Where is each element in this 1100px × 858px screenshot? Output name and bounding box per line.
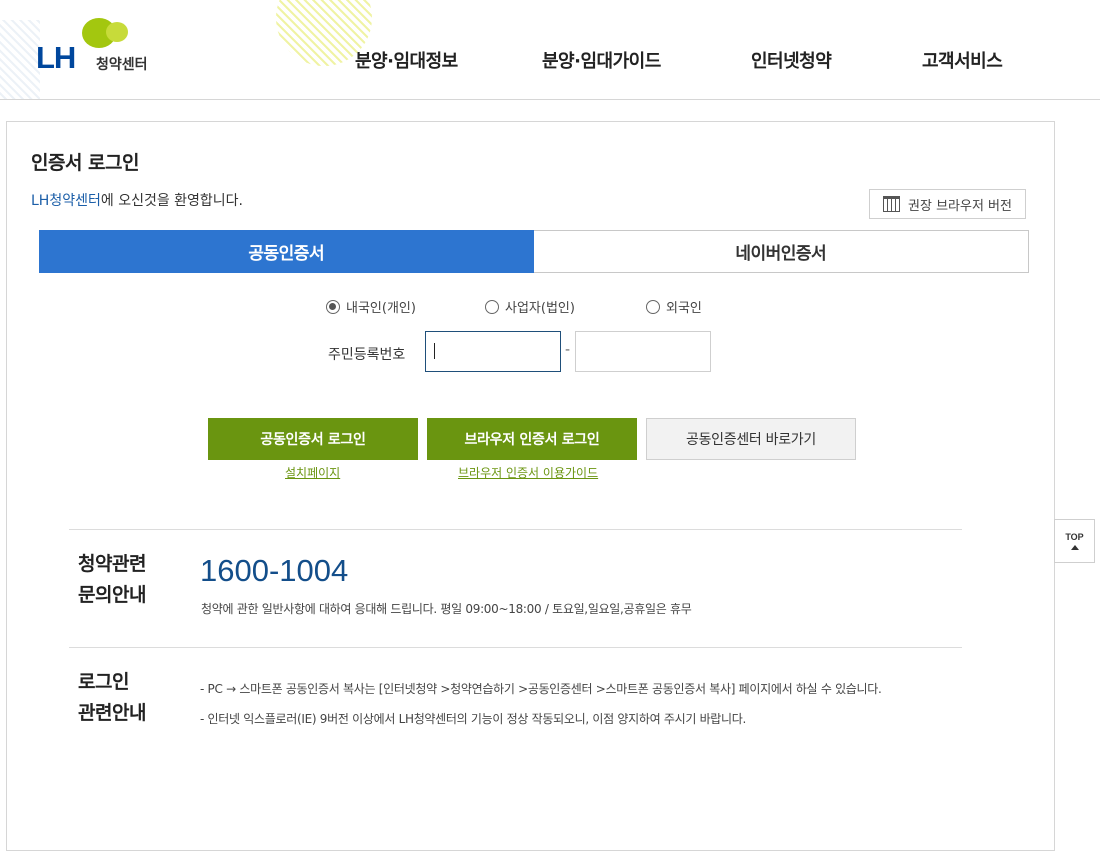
recommended-browser-label: 권장 브라우저 버전 — [908, 198, 1012, 214]
arrow-up-icon — [1070, 545, 1079, 550]
page-title: 인증서 로그인 — [31, 152, 140, 174]
ssn-front-input[interactable] — [425, 331, 561, 372]
browser-cert-guide-link[interactable]: 브라우저 인증서 이용가이드 — [458, 464, 598, 481]
ssn-back-input[interactable] — [575, 331, 711, 372]
lh-logo[interactable]: LH 청약센터 — [36, 18, 176, 78]
radio-business-corporation[interactable]: 사업자(법인) — [485, 297, 575, 316]
welcome-highlight: LH청약센터 — [31, 193, 101, 209]
radio-domestic-individual[interactable]: 내국인(개인) — [326, 297, 416, 316]
nav-item-internet-application[interactable]: 인터넷청약 — [751, 47, 832, 73]
inquiry-title-line: 문의안내 — [78, 584, 146, 606]
inquiry-description: 청약에 관한 일반사항에 대하여 응대해 드립니다. 평일 09:00~18:0… — [201, 602, 692, 616]
decorative-pattern — [0, 20, 40, 99]
tab-naver-certificate[interactable]: 네이버인증서 — [533, 230, 1029, 273]
radio-foreigner[interactable]: 외국인 — [646, 297, 702, 316]
scroll-top-button[interactable]: TOP — [1054, 519, 1095, 563]
cert-tabs: 공동인증서 네이버인증서 — [39, 230, 1029, 273]
nav-item-customer-service[interactable]: 고객서비스 — [922, 47, 1003, 73]
login-panel: 인증서 로그인 LH청약센터에 오신것을 환영합니다. 권장 브라우저 버전 공… — [6, 121, 1055, 851]
radio-label: 외국인 — [666, 301, 702, 316]
login-info-line: - 인터넷 익스플로러(IE) 9버전 이상에서 LH청약센터의 기능이 정상 … — [200, 712, 747, 726]
radio-checked-icon — [326, 299, 340, 314]
scroll-top-label: TOP — [1065, 532, 1084, 542]
radio-label: 사업자(법인) — [505, 301, 575, 316]
install-page-link[interactable]: 설치페이지 — [285, 464, 340, 481]
radio-unchecked-icon — [485, 299, 499, 314]
login-info-title-line: 로그인 — [78, 671, 129, 693]
ssn-label: 주민등록번호 — [328, 347, 406, 363]
divider — [69, 647, 962, 648]
radio-label: 내국인(개인) — [346, 301, 416, 316]
login-info-title-line: 관련안내 — [78, 702, 146, 724]
tab-joint-certificate[interactable]: 공동인증서 — [39, 230, 534, 273]
nav-item-sale-rent-info[interactable]: 분양·임대정보 — [355, 47, 458, 73]
logo-mark: LH — [36, 40, 76, 75]
browser-icon — [883, 196, 901, 212]
welcome-text: 에 오신것을 환영합니다. — [100, 193, 244, 209]
inquiry-title-line: 청약관련 — [78, 553, 146, 575]
logo-leaf-icon — [106, 22, 128, 42]
login-info-line: - PC → 스마트폰 공동인증서 복사는 [인터넷청약 >청약연습하기 >공동… — [200, 682, 882, 696]
browser-cert-login-button[interactable]: 브라우저 인증서 로그인 — [427, 418, 637, 460]
joint-cert-login-button[interactable]: 공동인증서 로그인 — [208, 418, 418, 460]
cert-center-button[interactable]: 공동인증센터 바로가기 — [646, 418, 856, 460]
divider — [69, 529, 962, 530]
logo-text: 청약센터 — [96, 57, 148, 73]
welcome-message: LH청약센터에 오신것을 환영합니다. — [31, 190, 243, 210]
login-info-title: 로그인 관련안내 — [78, 667, 146, 729]
text-cursor — [434, 343, 435, 359]
inquiry-title: 청약관련 문의안내 — [78, 549, 146, 611]
nav-item-sale-rent-guide[interactable]: 분양·임대가이드 — [542, 47, 661, 73]
site-header: LH 청약센터 분양·임대정보 분양·임대가이드 인터넷청약 고객서비스 — [0, 0, 1100, 100]
inquiry-phone-number: 1600-1004 — [200, 553, 349, 588]
ssn-dash: - — [565, 342, 571, 358]
radio-unchecked-icon — [646, 299, 660, 314]
recommended-browser-button[interactable]: 권장 브라우저 버전 — [869, 189, 1026, 219]
